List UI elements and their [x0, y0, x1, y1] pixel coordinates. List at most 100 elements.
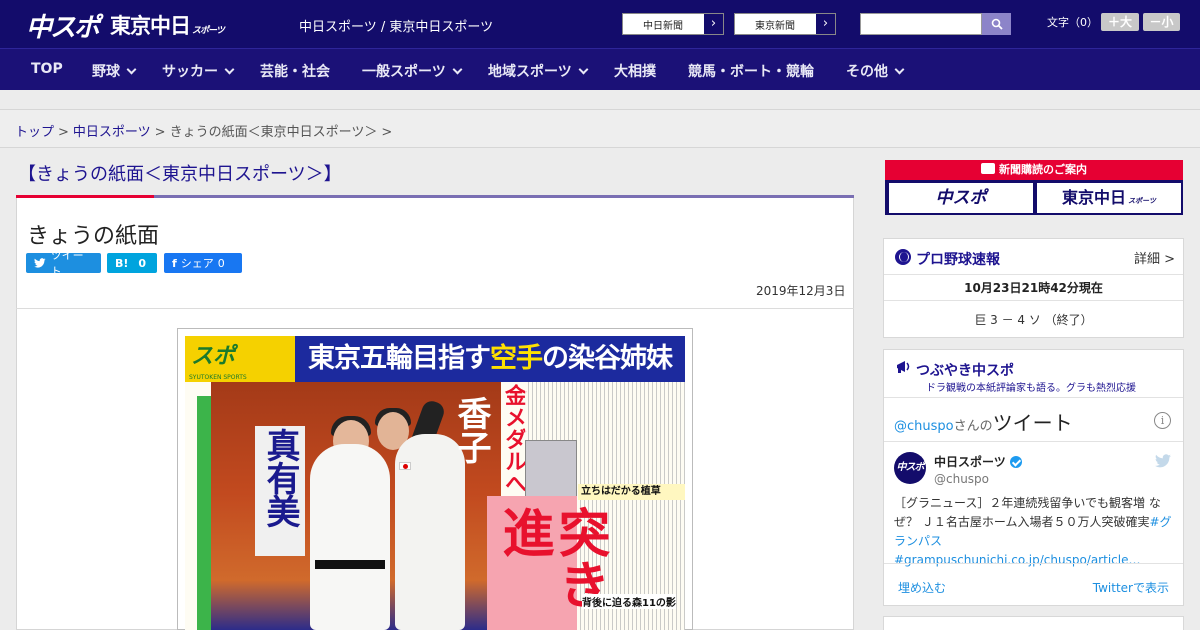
tokyo-chunichi-logo-text: 東京中日 [110, 14, 191, 38]
chunichi-shimbun-link[interactable]: 中日新聞 › [622, 13, 724, 35]
baseball-card-header: プロ野球速報 詳細 > [884, 239, 1183, 275]
verified-badge-icon [1009, 456, 1022, 468]
newspaper-name-right: 香子 [451, 396, 491, 464]
hatena-count: 0 [138, 256, 147, 270]
tweet-text-body: ［グラニュース］２年連続残留争いでも観客増 なぜ？ Ｊ１名古屋ホーム入場者５０万… [894, 496, 1161, 529]
chevron-down-icon [126, 64, 137, 75]
facebook-share-count: 0 [217, 256, 225, 270]
font-size-label: 文字（0） [1047, 16, 1098, 29]
tokyo-chunichi-logo[interactable]: 東京中日 スポーツ [110, 10, 225, 40]
hatena-icon: B! [115, 256, 129, 270]
subscription-banner[interactable]: 新聞購読のご案内 中スポ 東京中日 スポーツ [885, 160, 1183, 215]
nav-item-label: 地域スポーツ [488, 64, 572, 80]
newspaper-logo-small: SYUTOKEN SPORTS [189, 374, 247, 381]
font-smaller-button[interactable]: －小 [1143, 13, 1180, 31]
baseball-detail-link[interactable]: 詳細 > [1134, 248, 1175, 267]
game-score[interactable]: 巨 3 － 4 ソ （終了） [884, 311, 1183, 328]
search-icon [991, 18, 1003, 30]
nav-item-racing[interactable]: 競馬・ボート・競輪 [688, 61, 814, 81]
subscription-band-label: 新聞購読のご案内 [999, 163, 1087, 176]
twitter-bird-icon[interactable] [1155, 454, 1171, 468]
newspaper-name-left: 真有美 [260, 428, 300, 527]
site-tagline: 中日スポーツ / 東京中日スポーツ [299, 20, 494, 35]
main-nav: TOP 野球 サッカー 芸能・社会 一般スポーツ 地域スポーツ 大相撲 競馬・ボ… [0, 48, 1200, 90]
top-header: 中スポ 東京中日 スポーツ 中日スポーツ / 東京中日スポーツ 中日新聞 › 東京… [0, 0, 1200, 48]
tweet-author-name[interactable]: 中日スポーツ [934, 453, 1022, 470]
subscribe-chuspo-logo[interactable]: 中スポ [889, 183, 1033, 213]
score-timestamp: 10月23日21時42分現在 [964, 281, 1103, 295]
nav-item-sumo[interactable]: 大相撲 [614, 61, 656, 81]
tweets-heading-handle[interactable]: @chuspo [894, 419, 954, 434]
subscription-band: 新聞購読のご案内 [885, 160, 1183, 180]
breadcrumb-current: きょうの紙面＜東京中日スポーツ＞ [169, 125, 378, 140]
tweet-text: ［グラニュース］２年連続残留争いでも観客増 なぜ？ Ｊ１名古屋ホーム入場者５０万… [894, 494, 1176, 570]
newspaper-text-column [525, 382, 577, 440]
chevron-down-icon [578, 64, 589, 75]
article-title: きょうの紙面 [27, 224, 160, 249]
embed-link[interactable]: 埋め込む [898, 579, 946, 596]
breadcrumb-top-link[interactable]: トップ [15, 125, 54, 140]
divider [884, 563, 1183, 564]
tweets-heading-word: ツイート [992, 411, 1073, 435]
newspaper-side-bar [197, 396, 211, 630]
divider [884, 441, 1183, 442]
nav-item-baseball[interactable]: 野球 [92, 61, 137, 81]
newspaper-front-page[interactable]: スポ SYUTOKEN SPORTS 東京五輪目指す空手の染谷姉妹 真有美 香子… [185, 336, 685, 630]
newspaper-headline: 東京五輪目指す空手の染谷姉妹 [295, 336, 685, 382]
breadcrumb-separator: > [154, 125, 166, 140]
tweets-heading-san: さんの [953, 419, 993, 434]
tweet-label: ツイート [50, 249, 84, 278]
newspaper-logo: スポ SYUTOKEN SPORTS [185, 336, 295, 382]
newspaper-logo-text: スポ [191, 344, 236, 369]
hatena-bookmark-button[interactable]: B! 0 [107, 253, 157, 273]
avatar[interactable]: 中スポ [894, 452, 926, 484]
search-button[interactable] [982, 13, 1011, 35]
nav-item-soccer[interactable]: サッカー [162, 61, 235, 81]
section-title: 【きょうの紙面＜東京中日スポーツ＞】 [18, 164, 342, 185]
view-on-twitter-link[interactable]: Twitterで表示 [1093, 579, 1169, 596]
divider [884, 300, 1183, 301]
nav-item-entertainment[interactable]: 芸能・社会 [260, 61, 330, 81]
newspaper-bottom-heading: 背後に迫る森11の影 [582, 594, 676, 609]
tokyo-shimbun-link[interactable]: 東京新聞 › [734, 13, 836, 35]
tokyo-shimbun-label: 東京新聞 [755, 20, 795, 32]
nav-item-label: サッカー [162, 64, 218, 80]
tweets-heading: @chuspoさんのツイート [894, 407, 1073, 436]
ad-strip [0, 90, 1200, 110]
font-bigger-button[interactable]: ＋大 [1101, 13, 1139, 31]
headline-part-a: 東京五輪目指す [308, 343, 491, 374]
chunichi-shimbun-label: 中日新聞 [643, 20, 683, 32]
article-divider [16, 308, 854, 309]
newspaper-icon [981, 163, 995, 174]
nav-item-local-sports[interactable]: 地域スポーツ [488, 61, 589, 81]
breadcrumb-chunichi-link[interactable]: 中日スポーツ [73, 125, 151, 140]
subscribe-tokyo-chunichi-logo[interactable]: 東京中日 スポーツ [1037, 183, 1181, 213]
tweet-author-name-text: 中日スポーツ [934, 455, 1006, 469]
chevron-down-icon [894, 64, 905, 75]
tokyo-chunichi-logo-small: スポーツ [192, 26, 225, 36]
baseball-card-title: プロ野球速報 [916, 252, 1000, 268]
nav-item-label: 大相撲 [614, 64, 656, 80]
headline-part-b: 空手 [490, 343, 543, 374]
nav-item-label: 一般スポーツ [362, 64, 446, 80]
next-sidebar-card [883, 616, 1184, 630]
twitter-card: つぶやき中スポ ドラ観戦の本紙評論家も語る。グラも熱烈応援 @chuspoさんの… [883, 349, 1184, 606]
chuspo-logo[interactable]: 中スポ [26, 7, 100, 44]
chevron-down-icon [224, 64, 235, 75]
nav-item-top[interactable]: TOP [31, 61, 63, 77]
tweet-author-handle[interactable]: @chuspo [934, 472, 989, 486]
nav-item-general-sports[interactable]: 一般スポーツ [362, 61, 463, 81]
megaphone-icon [897, 361, 910, 373]
nav-item-label: 芸能・社会 [260, 64, 330, 80]
nav-item-label: その他 [846, 64, 888, 80]
japan-flag-icon [399, 462, 411, 470]
divider [884, 397, 1183, 398]
info-icon[interactable]: i [1154, 412, 1171, 429]
facebook-share-button[interactable]: f シェア 0 [164, 253, 242, 273]
search-input[interactable] [860, 13, 982, 35]
chevron-right-icon: › [703, 14, 723, 34]
article-date: 2019年12月3日 [756, 284, 846, 298]
nav-item-other[interactable]: その他 [846, 61, 905, 81]
breadcrumb-separator: > [381, 125, 393, 140]
tweet-button[interactable]: ツイート [26, 249, 101, 278]
